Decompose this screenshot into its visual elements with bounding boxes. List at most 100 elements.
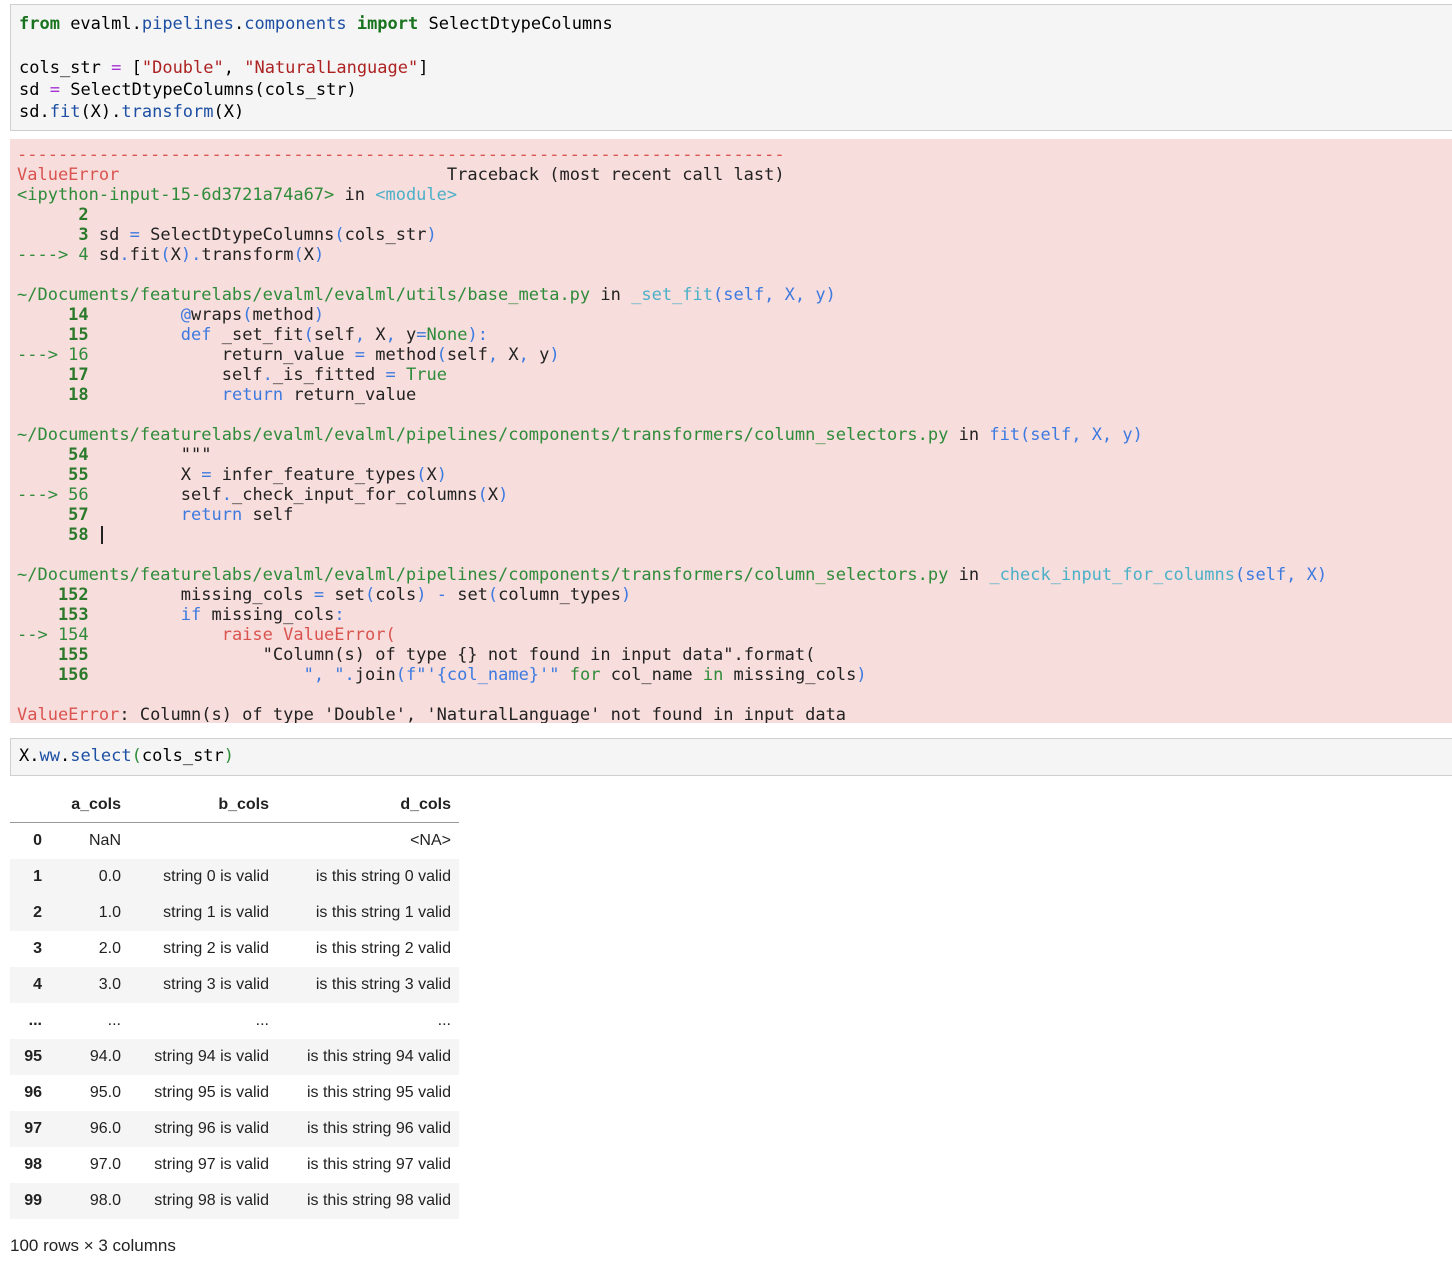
frame-in: in — [948, 425, 990, 445]
code-token: SelectDtypeColumns(cols_str) — [59, 80, 357, 100]
row-index: 95 — [24, 1048, 42, 1065]
code-token: fit — [129, 245, 161, 265]
code-token: . — [119, 245, 130, 265]
code-token: set — [446, 585, 488, 605]
code-token: , — [385, 325, 396, 345]
code-token: X. — [19, 746, 40, 766]
table-row: 96 95.0 string 95 is valid is this string 9… — [10, 1075, 459, 1111]
traceback: ----------------------------------------… — [17, 145, 1327, 723]
code-editor[interactable]: X.ww.select(cols_str) — [19, 745, 234, 767]
table-cell: is this string 98 valid — [306, 1192, 451, 1209]
line-number: 17 — [17, 365, 89, 385]
code-token: set — [324, 585, 366, 605]
code-token: ww — [39, 746, 60, 766]
code-token: = — [49, 80, 60, 100]
code-token: X — [487, 485, 499, 505]
code-editor[interactable]: from evalml.pipelines.components import … — [19, 13, 613, 123]
row-index: 97 — [24, 1120, 42, 1137]
column-header: a_cols — [50, 788, 129, 823]
code-token: column_types — [498, 585, 621, 605]
code-token: ( — [242, 305, 253, 325]
code-token: = — [416, 325, 427, 345]
code-token: return_value — [283, 385, 417, 405]
error-name: ValueError — [17, 165, 120, 185]
table-cell: string 96 is valid — [154, 1120, 269, 1137]
frame-file: ~/Documents/featurelabs/evalml/evalml/ut… — [17, 285, 591, 305]
code-token: . — [59, 746, 71, 766]
code-token: = — [111, 58, 122, 78]
code-token: self — [88, 365, 263, 385]
code-token: None — [426, 325, 468, 345]
table-cell: string 2 is valid — [163, 940, 269, 957]
code-token: return — [180, 505, 243, 525]
traceback-separator: ----------------------------------------… — [17, 145, 785, 165]
code-token: method — [365, 345, 437, 365]
line-number: 153 — [17, 605, 89, 625]
frame-args: (self, X, y) — [1020, 425, 1143, 445]
code-token: missing_cols — [723, 665, 857, 685]
code-token: X — [88, 465, 202, 485]
line-number: 2 — [17, 205, 89, 225]
table-cell: is this string 97 valid — [306, 1156, 451, 1173]
table-cell: is this string 1 valid — [315, 904, 451, 921]
code-token: missing_cols — [201, 605, 335, 625]
code-token: SelectDtypeColumns — [418, 14, 613, 34]
current-line-arrow: ---> 56 — [17, 485, 89, 505]
code-token: _check_input_for_columns — [231, 485, 478, 505]
line-number: 57 — [17, 505, 89, 525]
code-token: ) — [313, 245, 325, 265]
table-cell: 95.0 — [89, 1084, 121, 1101]
code-token: X — [498, 345, 519, 365]
code-token: return — [221, 385, 284, 405]
column-header: b_cols — [129, 788, 277, 823]
code-token: (X). — [80, 102, 122, 122]
code-token: self — [313, 325, 355, 345]
line-number: 58 — [17, 525, 89, 545]
table-row: ............ — [10, 1003, 459, 1039]
dataframe-table: a_cols b_cols d_cols 0 NaN <NA> 1 0.0 string… — [10, 788, 459, 1219]
code-cell-2[interactable]: X.ww.select(cols_str) — [10, 738, 1452, 776]
code-token: = — [385, 365, 396, 385]
table-cell: 94.0 — [89, 1048, 121, 1065]
error-output: ----------------------------------------… — [10, 139, 1452, 723]
code-token: , — [518, 345, 529, 365]
line-number: 18 — [17, 385, 89, 405]
code-token: components — [244, 14, 347, 34]
code-token: y — [528, 345, 550, 365]
code-token: if — [180, 605, 202, 625]
code-cell-1[interactable]: from evalml.pipelines.components import … — [10, 4, 1452, 131]
code-token: , — [223, 58, 245, 78]
current-line-arrow: ----> 4 — [17, 245, 89, 265]
code-token: . — [221, 485, 232, 505]
table-cell — [129, 823, 277, 860]
code-token: = — [313, 585, 325, 605]
code-token: . — [191, 245, 202, 265]
code-token: sd — [19, 80, 50, 100]
frame-args: (self, X) — [1234, 565, 1328, 585]
table-cell: ... — [107, 1012, 121, 1029]
code-token: ] — [418, 58, 429, 78]
line-number: 156 — [17, 665, 89, 685]
table-row: 3 2.0 string 2 is valid is this string 2 va… — [10, 931, 459, 967]
table-header-row: a_cols b_cols d_cols — [10, 788, 459, 823]
code-token: ( — [395, 665, 406, 685]
code-token: ( — [416, 465, 427, 485]
frame-func: _set_fit — [631, 285, 713, 305]
error-name: ValueError — [17, 705, 120, 723]
code-token: pipelines — [141, 14, 234, 34]
code-token: ( — [436, 345, 447, 365]
code-token: - — [426, 585, 447, 605]
code-token: self — [446, 345, 488, 365]
code-token: _is_fitted — [272, 365, 386, 385]
code-token: infer_feature_types — [211, 465, 417, 485]
code-token: (X) — [213, 102, 245, 122]
code-token: cols_str — [19, 58, 112, 78]
code-token: for — [559, 665, 601, 685]
code-token: wraps — [191, 305, 243, 325]
frame-args: (self, X, y) — [713, 285, 836, 305]
table-row: 1 0.0 string 0 is valid is this string 0 va… — [10, 859, 459, 895]
